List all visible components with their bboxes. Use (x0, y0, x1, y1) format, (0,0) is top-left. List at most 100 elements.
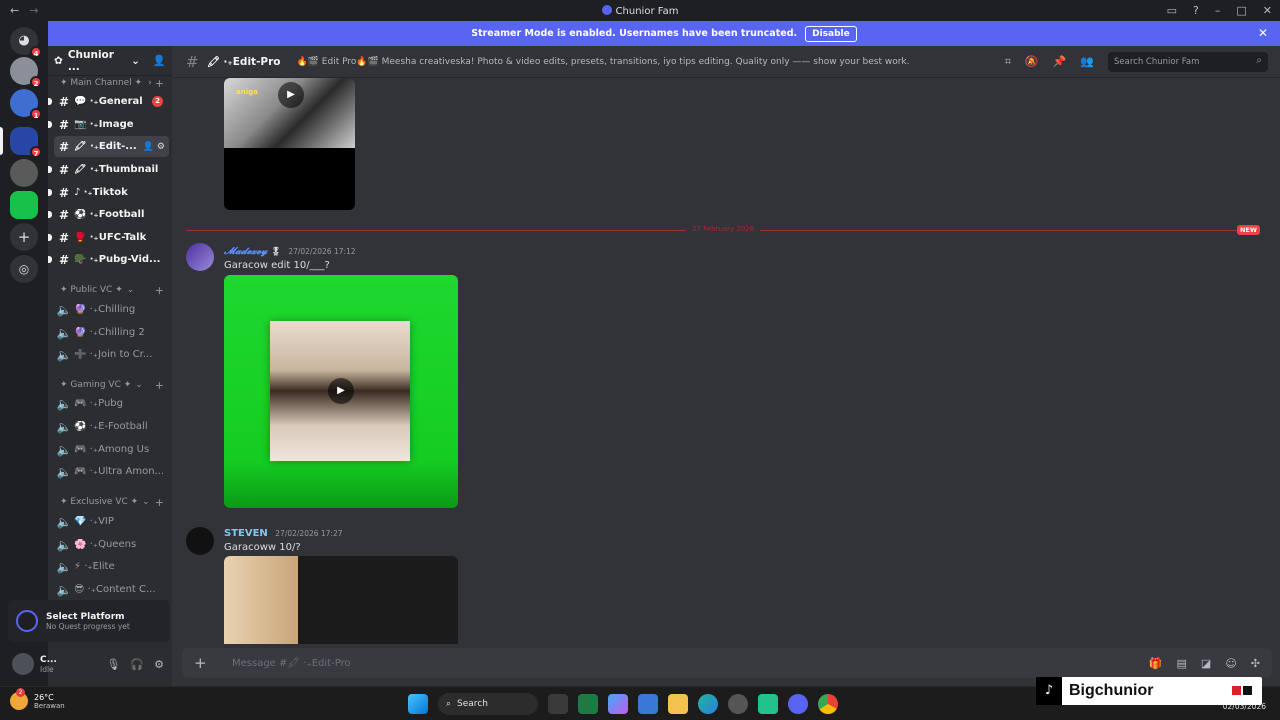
channel-general[interactable]: # 💬 ‧₊General 2 (48, 91, 169, 112)
server-avatar-chunior-fam[interactable]: 7 (10, 127, 42, 158)
watermark-name: Bigchunior (1069, 682, 1154, 699)
message-author[interactable]: STEVEN (224, 528, 268, 539)
task-view-icon[interactable] (548, 694, 568, 714)
channel-topic[interactable]: 🔥🎬 Edit Pro🔥🎬 Meesha creativeska! Photo … (297, 57, 910, 67)
add-channel-icon[interactable]: + (155, 284, 164, 297)
banner-close-icon[interactable]: ✕ (1258, 26, 1268, 40)
selected-server-indicator (0, 127, 3, 155)
voice-channel-e-football[interactable]: 🔈 ⚽ ‧₊E-Football (54, 416, 169, 437)
apps-icon[interactable]: ✣ (1251, 657, 1260, 670)
headphones-icon[interactable]: 🎧 (130, 658, 144, 671)
chevron-right-icon: › (148, 78, 152, 88)
category-public-vc[interactable]: ✦ Public VC ✦ ⌄ + (48, 283, 172, 297)
gift-icon[interactable]: 🎁 (1149, 657, 1163, 670)
weather-widget[interactable]: 2 26°C Berawan (10, 688, 65, 710)
server-avatar[interactable] (10, 159, 38, 187)
copilot-icon[interactable] (608, 694, 628, 714)
server-avatar[interactable]: 2 (10, 57, 42, 88)
channel-image[interactable]: # 📷 ‧₊Image (48, 114, 169, 135)
close-window-icon[interactable]: ✕ (1263, 4, 1272, 17)
pin-icon[interactable]: 📌 (1053, 55, 1067, 69)
invite-people-icon[interactable]: 👤 (153, 54, 166, 67)
forward-arrow-icon[interactable]: → (29, 4, 38, 17)
minimize-icon[interactable]: – (1215, 4, 1221, 17)
user-info[interactable]: C... Idle (40, 655, 57, 674)
voice-channel-chilling[interactable]: 🔈 🔮 ‧₊Chilling (54, 299, 169, 320)
channel-tiktok[interactable]: # ♪ ‧₊Tiktok (48, 182, 169, 203)
discover-icon[interactable]: ◎ (10, 255, 38, 283)
member-list-icon[interactable]: 👥 (1080, 55, 1094, 69)
voice-channel-ultra-among[interactable]: 🔈 🎮 ‧₊Ultra Amon... (54, 461, 169, 482)
avatar[interactable] (186, 243, 214, 271)
settings-gear-icon[interactable]: ⚙ (157, 142, 165, 152)
windows-start-icon[interactable] (408, 694, 428, 714)
channel-ufc-talk[interactable]: # 🥊 ‧₊UFC-Talk (48, 227, 169, 248)
settings-gear-icon[interactable]: ⚙ (154, 658, 164, 671)
threads-icon[interactable]: ⌗ (1005, 55, 1011, 69)
voice-channel-among-us[interactable]: 🔈 🎮 ‧₊Among Us (54, 439, 169, 460)
server-header[interactable]: ✿ Chunior ... ⌄ 👤 (48, 46, 172, 76)
sticker-icon[interactable]: ◪ (1201, 657, 1211, 670)
voice-channel-elite[interactable]: 🔈 ⚡ ‧₊Elite (54, 556, 169, 577)
edge-icon[interactable] (698, 694, 718, 714)
channel-football[interactable]: # ⚽ ‧₊Football (48, 204, 169, 225)
add-channel-icon[interactable]: + (155, 496, 164, 509)
inbox-icon[interactable]: ▭ (1167, 4, 1177, 17)
maximize-icon[interactable]: □ (1236, 4, 1246, 17)
add-server-icon[interactable]: + (10, 223, 38, 251)
play-icon[interactable]: ▶ (278, 82, 304, 108)
search-input[interactable]: Search Chunior Fam ⌕ (1108, 51, 1268, 72)
app-icon[interactable] (728, 694, 748, 714)
voice-channel-vip[interactable]: 🔈 💎 ‧₊VIP (54, 511, 169, 532)
video-attachment[interactable]: ▶ (224, 275, 458, 508)
server-avatar[interactable]: 1 (10, 89, 42, 120)
mute-bell-icon[interactable]: 🔕 (1025, 55, 1039, 69)
play-icon[interactable]: ▶ (328, 378, 354, 404)
image-attachment[interactable] (224, 556, 458, 644)
back-arrow-icon[interactable]: ← (10, 4, 19, 17)
voice-channel-pubg[interactable]: 🔈 🎮 ‧₊Pubg (54, 393, 169, 414)
add-attachment-icon[interactable]: + (194, 654, 212, 672)
disable-button[interactable]: Disable (805, 25, 857, 42)
message-input[interactable]: Message #🖍 ‧₊Edit-Pro (232, 658, 351, 669)
add-channel-icon[interactable]: + (155, 77, 164, 90)
locked-speaker-icon: 🔈 (56, 514, 72, 529)
server-avatar[interactable] (10, 191, 38, 219)
file-explorer-icon[interactable] (668, 694, 688, 714)
category-main-channel[interactable]: ✦ Main Channel ✦ › + (48, 76, 172, 90)
channel-edit-pro[interactable]: # 🖍 ‧₊Edit-... 👤 ⚙ (54, 136, 169, 157)
voice-channel-join-to-create[interactable]: 🔈 ➕ ‧₊Join to Cr... (54, 344, 169, 365)
taskbar-search-label: Search (457, 699, 488, 709)
add-channel-icon[interactable]: + (155, 379, 164, 392)
avatar[interactable] (12, 653, 34, 675)
message-composer[interactable]: + Message #🖍 ‧₊Edit-Pro 🎁 ▤ ◪ ☺ ✣ (182, 648, 1272, 678)
quest-text: Select Platform No Quest progress yet (46, 612, 130, 631)
discord-icon[interactable] (788, 694, 808, 714)
message-author[interactable]: 𝓜𝓪𝓭𝓮𝔁𝓮𝔂 (224, 246, 267, 257)
capcut-icon[interactable] (758, 694, 778, 714)
gif-icon[interactable]: ▤ (1177, 657, 1187, 670)
excel-icon[interactable] (578, 694, 598, 714)
help-icon[interactable]: ? (1193, 4, 1199, 17)
channel-pubg-videos[interactable]: # 🪖 ‧₊Pubg-Vid... (48, 249, 169, 270)
category-gaming-vc[interactable]: ✦ Gaming VC ✦ ⌄ + (48, 378, 172, 392)
video-caption: aniga (236, 88, 258, 96)
video-attachment[interactable]: aniga ▶ (224, 78, 355, 210)
voice-channel-content-creators[interactable]: 🔈 😎 ‧₊Content C... (54, 579, 169, 600)
voice-channel-chilling-2[interactable]: 🔈 🔮 ‧₊Chilling 2 (54, 322, 169, 343)
direct-messages-button[interactable]: ◕ 4 (10, 27, 42, 58)
chrome-icon[interactable] (818, 694, 838, 714)
category-exclusive-vc[interactable]: ✦ Exclusive VC ✦ ⌄ + (48, 495, 172, 509)
channel-thumbnail[interactable]: # 🖍 ‧₊Thumbnail (48, 159, 169, 180)
locked-speaker-icon: 🔈 (56, 582, 72, 597)
channel-label: 🖍 ‧₊Thumbnail (74, 164, 159, 175)
avatar[interactable] (186, 527, 214, 555)
quest-card[interactable]: Select Platform No Quest progress yet (8, 600, 170, 642)
taskbar-search[interactable]: ⌕ Search (438, 693, 538, 715)
emoji-icon[interactable]: ☺ (1225, 657, 1236, 670)
microphone-icon[interactable]: 🎙 (106, 658, 120, 671)
store-icon[interactable] (638, 694, 658, 714)
category-label: ✦ Gaming VC ✦ (60, 380, 132, 390)
invite-icon[interactable]: 👤 (143, 142, 154, 152)
voice-channel-queens[interactable]: 🔈 🌸 ‧₊Queens (54, 534, 169, 555)
